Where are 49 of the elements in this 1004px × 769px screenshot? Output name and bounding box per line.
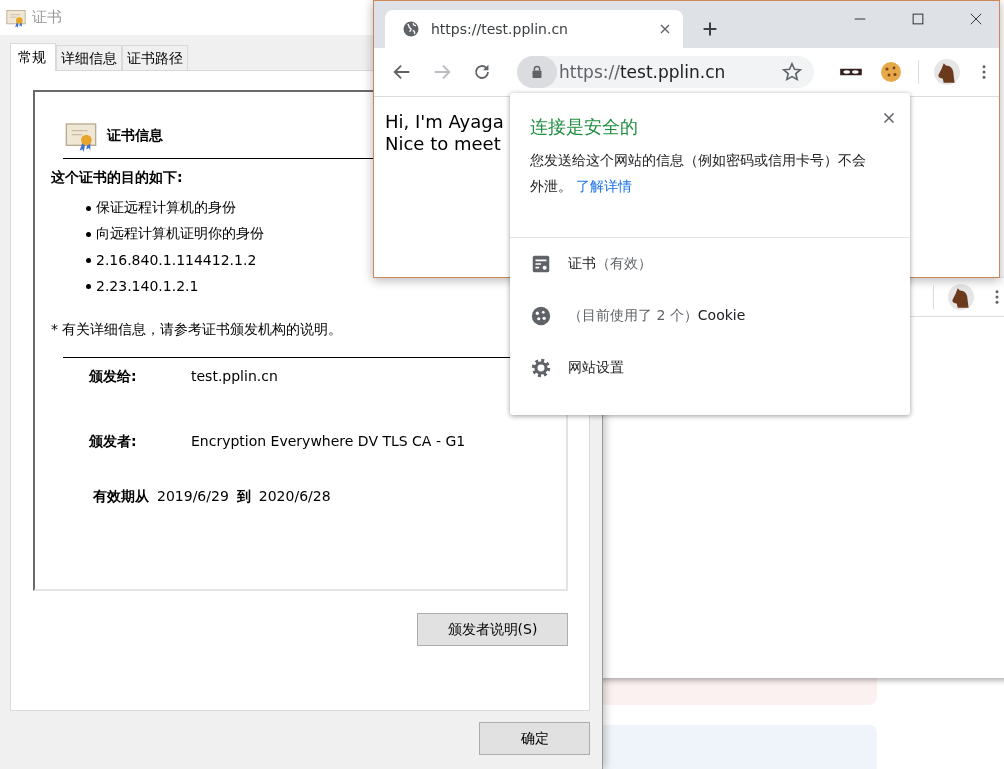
page-text: Hi, I'm Ayaga bbox=[385, 111, 504, 133]
cookie-icon[interactable] bbox=[879, 60, 903, 84]
field-label: 颁发给: bbox=[89, 368, 138, 386]
menu-item[interactable]: 网站设置 bbox=[510, 342, 910, 394]
maximize-icon[interactable] bbox=[909, 10, 927, 28]
learn-more-link[interactable]: 了解详情 bbox=[576, 178, 633, 194]
section-heading: 证书信息 bbox=[107, 127, 163, 145]
menu-item[interactable]: 证书（有效） bbox=[510, 238, 910, 290]
field-label: 颁发者: bbox=[89, 433, 138, 451]
purpose-text: 2.23.140.1.2.1 bbox=[96, 278, 199, 294]
certificate-icon bbox=[530, 253, 552, 275]
bullet-dot bbox=[86, 231, 91, 237]
address-bar[interactable]: https://test.pplin.cn bbox=[517, 56, 814, 88]
star-icon[interactable] bbox=[781, 61, 803, 83]
purpose-text: 向远程计算机证明你的身份 bbox=[96, 225, 264, 243]
purpose-text: 2.16.840.1.114412.1.2 bbox=[96, 252, 257, 268]
browser-tab[interactable]: https://test.pplin.cn bbox=[385, 10, 683, 48]
note-text: * 有关详细信息，请参考证书颁发机构的说明。 bbox=[51, 321, 343, 339]
popup-title: 连接是安全的 bbox=[530, 115, 638, 139]
field-value: test.pplin.cn bbox=[191, 368, 278, 386]
bullet-dot bbox=[86, 257, 91, 263]
certificate-icon bbox=[63, 120, 99, 152]
bullet-dot bbox=[86, 205, 91, 211]
menu-item[interactable]: （目前使用了 2 个）Cookie bbox=[510, 290, 910, 342]
issuer-statement-button[interactable]: 颁发者说明(S) bbox=[417, 613, 568, 646]
tab[interactable]: 常规 bbox=[10, 43, 56, 71]
date-text: 2019/6/29 bbox=[157, 488, 229, 506]
description-text: 您发送给这个网站的信息（例如密码或信用卡号）不会外泄。 了解详情 bbox=[530, 151, 867, 196]
page-text: Nice to meet bbox=[385, 133, 501, 155]
section-label: 这个证书的目的如下: bbox=[51, 169, 183, 187]
ok-button[interactable]: 确定 bbox=[479, 722, 590, 755]
field-label: 有效期从 bbox=[93, 488, 149, 506]
date-text: 2020/6/28 bbox=[258, 488, 331, 506]
avatar-icon[interactable] bbox=[934, 59, 960, 85]
tab-title: https://test.pplin.cn bbox=[431, 21, 569, 37]
tab[interactable]: 证书路径 bbox=[122, 45, 188, 70]
field-value: Encryption Everywhere DV TLS CA - G1 bbox=[191, 433, 466, 451]
field-label: 到 bbox=[236, 488, 251, 506]
certificate-icon bbox=[6, 7, 26, 28]
settings-icon bbox=[530, 357, 552, 379]
tab[interactable]: 详细信息 bbox=[56, 45, 122, 70]
avatar-icon[interactable] bbox=[948, 284, 974, 310]
url-text: https://test.pplin.cn bbox=[559, 62, 727, 82]
cookie-icon bbox=[530, 305, 552, 327]
bullet-dot bbox=[86, 283, 91, 289]
security-chip[interactable] bbox=[517, 56, 557, 88]
window-title: 证书 bbox=[32, 8, 62, 27]
purpose-text: 保证远程计算机的身份 bbox=[96, 199, 236, 217]
globe-icon bbox=[401, 19, 421, 39]
